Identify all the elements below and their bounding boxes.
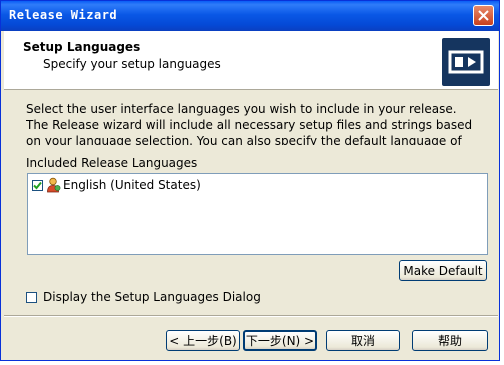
close-button[interactable] — [473, 5, 494, 26]
language-checkbox[interactable] — [32, 179, 43, 191]
title-bar[interactable]: Release Wizard — [1, 1, 499, 31]
help-button[interactable]: 帮助 — [412, 330, 488, 351]
release-wizard-window: Release Wizard Setup Languages Specify y… — [0, 0, 500, 361]
language-user-icon — [47, 177, 61, 193]
installshield-logo-icon — [442, 38, 490, 86]
back-button[interactable]: < 上一步(B) — [166, 330, 240, 351]
wizard-header: Setup Languages Specify your setup langu… — [4, 31, 498, 90]
cancel-button[interactable]: 取消 — [326, 330, 400, 351]
page-subtitle: Specify your setup languages — [43, 57, 221, 71]
make-default-button[interactable]: Make Default — [399, 260, 487, 281]
languages-list-label: Included Release Languages — [26, 156, 198, 170]
footer-separator — [4, 315, 498, 317]
display-dialog-option[interactable]: Display the Setup Languages Dialog — [26, 290, 261, 304]
window-title: Release Wizard — [9, 8, 118, 22]
next-button[interactable]: 下一步(N) > — [243, 330, 317, 351]
close-icon — [478, 10, 489, 21]
languages-listbox[interactable]: English (United States) — [27, 173, 488, 255]
page-title: Setup Languages — [23, 40, 141, 54]
list-item[interactable]: English (United States) — [32, 177, 201, 193]
display-dialog-checkbox[interactable] — [26, 291, 37, 303]
checkmark-icon — [33, 181, 42, 189]
language-label: English (United States) — [63, 178, 201, 192]
description-text: Select the user interface languages you … — [26, 102, 473, 145]
display-dialog-label: Display the Setup Languages Dialog — [43, 290, 261, 304]
